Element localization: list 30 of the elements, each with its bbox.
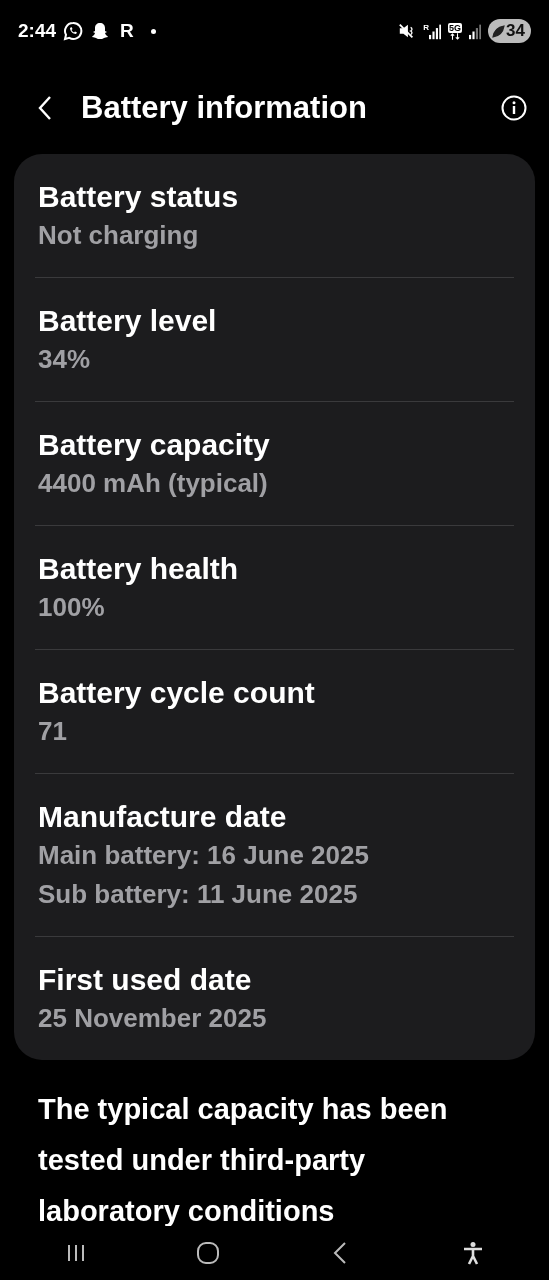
item-value: Main battery: 16 June 2025	[38, 839, 370, 872]
info-icon[interactable]	[501, 95, 527, 121]
status-time: 2:44	[18, 20, 57, 42]
page-title: Battery information	[81, 90, 368, 126]
item-value: Not charging	[38, 219, 200, 252]
item-value: 34%	[38, 343, 92, 376]
signal-icon	[429, 22, 442, 40]
item-value: 71	[38, 715, 68, 748]
data-arrows-icon	[450, 32, 461, 40]
item-title: First used date	[38, 962, 253, 998]
notification-letter: R	[120, 20, 134, 42]
roaming-label: R	[423, 22, 430, 32]
notification-dot	[150, 28, 156, 34]
item-value: 25 November 2025	[38, 1002, 268, 1035]
chat-bubble-icon	[63, 21, 84, 41]
item-value: 100%	[38, 591, 106, 624]
back-button[interactable]	[38, 95, 52, 121]
battery-indicator: 34	[488, 19, 531, 43]
network-label: 5G	[448, 22, 463, 33]
item-title: Battery status	[38, 179, 240, 215]
ghost-icon	[90, 21, 111, 41]
item-value: Sub battery: 11 June 2025	[38, 878, 359, 911]
item-value: 4400 mAh (typical)	[38, 467, 269, 500]
item-title: Manufacture date	[38, 799, 288, 835]
item-title: Battery capacity	[38, 427, 271, 463]
home-button[interactable]	[196, 1241, 221, 1265]
item-title: Battery health	[38, 551, 240, 587]
signal-icon	[469, 22, 482, 40]
item-title: Battery level	[38, 303, 218, 339]
item-title: Battery cycle count	[38, 675, 316, 711]
